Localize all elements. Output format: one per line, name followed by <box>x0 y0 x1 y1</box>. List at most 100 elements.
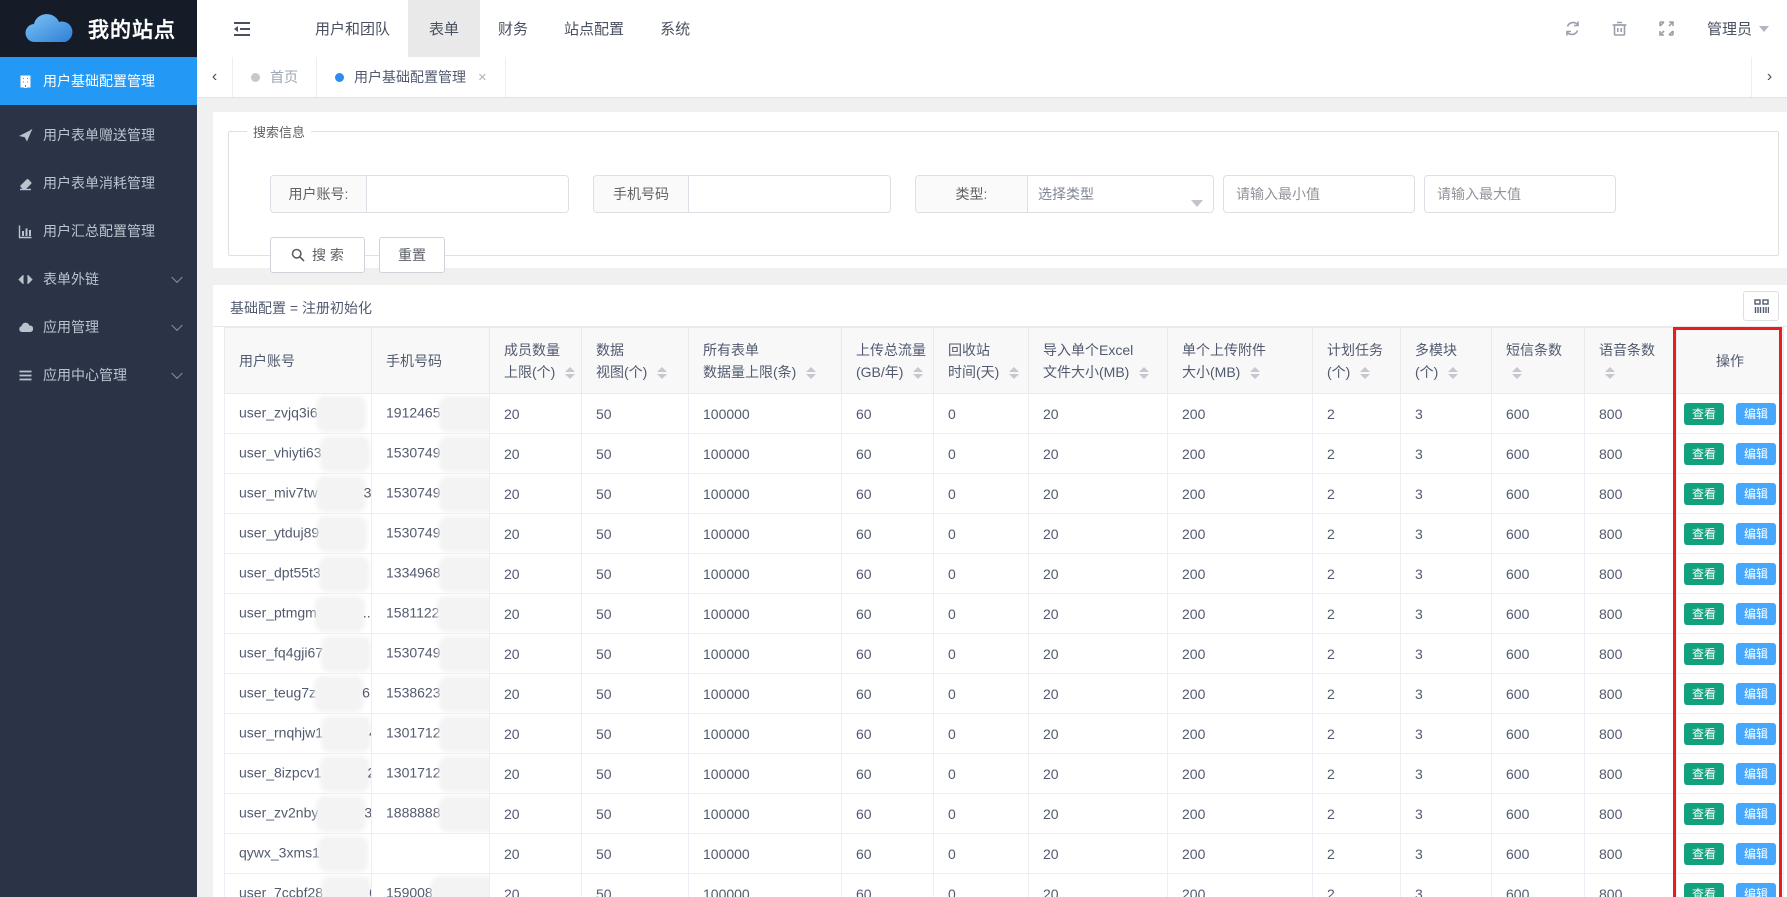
sort-caret-icon[interactable] <box>806 367 816 379</box>
sidebar-item-3[interactable]: 用户表单消耗管理 <box>0 159 197 207</box>
account-input[interactable] <box>367 176 568 212</box>
config-table-panel: 基础配置 = 注册初始化 用户账号手机号码成员数量上限(个) 数据视图(个) 所… <box>213 285 1787 897</box>
sort-caret-icon[interactable] <box>1139 367 1149 379</box>
sort-caret-icon[interactable] <box>1605 367 1615 379</box>
refresh-icon[interactable] <box>1564 20 1581 37</box>
reset-button[interactable]: 重置 <box>379 237 445 273</box>
sidebar-item-6[interactable]: 应用管理 <box>0 303 197 351</box>
value-cell: 600 <box>1492 434 1585 474</box>
redaction-blur <box>443 440 490 468</box>
close-icon[interactable]: × <box>478 69 487 86</box>
column-header[interactable]: 导入单个Excel文件大小(MB) <box>1029 328 1168 394</box>
view-button[interactable]: 查看 <box>1684 883 1724 897</box>
value-cell: 200 <box>1168 674 1313 714</box>
phone-cell: 1530749 <box>372 474 490 514</box>
edit-button[interactable]: 编辑 <box>1736 483 1776 505</box>
actions-cell: 查看编辑 <box>1677 474 1784 514</box>
column-header[interactable]: 多模块(个) <box>1401 328 1492 394</box>
edit-button[interactable]: 编辑 <box>1736 563 1776 585</box>
view-button[interactable]: 查看 <box>1684 603 1724 625</box>
column-header[interactable]: 短信条数 <box>1492 328 1585 394</box>
column-header[interactable]: 语音条数 <box>1585 328 1677 394</box>
sidebar-item-4[interactable]: 用户汇总配置管理 <box>0 207 197 255</box>
view-button[interactable]: 查看 <box>1684 763 1724 785</box>
sidebar-item-7[interactable]: 应用中心管理 <box>0 351 197 399</box>
edit-button[interactable]: 编辑 <box>1736 403 1776 425</box>
sort-caret-icon[interactable] <box>565 367 575 379</box>
phone-input[interactable] <box>689 176 890 212</box>
type-select[interactable]: 选择类型 <box>1028 176 1213 212</box>
edit-button[interactable]: 编辑 <box>1736 843 1776 865</box>
tabs-scroll-right-icon[interactable]: › <box>1751 57 1787 97</box>
phone-cell: 15307495 <box>372 514 490 554</box>
topnav-item[interactable]: 表单 <box>408 0 480 57</box>
table-row: user_8izpcv12130171232050100000600202002… <box>225 754 1784 794</box>
value-cell: 2 <box>1313 834 1401 874</box>
value-cell: 20 <box>490 514 582 554</box>
sort-caret-icon[interactable] <box>1360 367 1370 379</box>
value-cell: 20 <box>1029 434 1168 474</box>
value-cell: 200 <box>1168 474 1313 514</box>
page-tab[interactable]: 首页 <box>233 57 317 97</box>
value-cell: 2 <box>1313 714 1401 754</box>
value-cell: 100000 <box>689 554 842 594</box>
sidebar-item-5[interactable]: 表单外链 <box>0 255 197 303</box>
view-button[interactable]: 查看 <box>1684 643 1724 665</box>
sort-caret-icon[interactable] <box>1448 367 1458 379</box>
sidebar-item-1[interactable]: 用户基础配置管理 <box>0 57 197 105</box>
tabs-scroll-left-icon[interactable]: ‹ <box>197 57 233 97</box>
view-button[interactable]: 查看 <box>1684 403 1724 425</box>
phone-cell: 1590086 <box>372 874 490 897</box>
topnav-item[interactable]: 财务 <box>480 0 546 57</box>
view-button[interactable]: 查看 <box>1684 803 1724 825</box>
sort-caret-icon[interactable] <box>913 367 923 379</box>
column-settings-button[interactable] <box>1743 291 1779 321</box>
max-value-input[interactable] <box>1424 175 1616 213</box>
edit-button[interactable]: 编辑 <box>1736 723 1776 745</box>
account-cell: user_ptmgm.. <box>225 594 372 634</box>
view-button[interactable]: 查看 <box>1684 683 1724 705</box>
edit-button[interactable]: 编辑 <box>1736 603 1776 625</box>
sort-caret-icon[interactable] <box>1250 367 1260 379</box>
column-header[interactable]: 成员数量上限(个) <box>490 328 582 394</box>
redaction-blur <box>323 560 365 588</box>
sidebar-item-2[interactable]: 用户表单赠送管理 <box>0 111 197 159</box>
sort-caret-icon[interactable] <box>657 367 667 379</box>
edit-button[interactable]: 编辑 <box>1736 683 1776 705</box>
admin-menu[interactable]: 管理员 <box>1707 18 1769 39</box>
sort-caret-icon[interactable] <box>1009 367 1019 379</box>
value-cell: 800 <box>1585 634 1677 674</box>
view-button[interactable]: 查看 <box>1684 443 1724 465</box>
edit-button[interactable]: 编辑 <box>1736 803 1776 825</box>
sort-caret-icon[interactable] <box>1512 367 1522 379</box>
view-button[interactable]: 查看 <box>1684 843 1724 865</box>
topnav-item[interactable]: 系统 <box>642 0 708 57</box>
topnav-item[interactable]: 站点配置 <box>546 0 642 57</box>
topnav-item[interactable]: 用户和团队 <box>297 0 408 57</box>
view-button[interactable]: 查看 <box>1684 523 1724 545</box>
value-cell: 2 <box>1313 874 1401 897</box>
table-title: 基础配置 = 注册初始化 <box>230 298 372 318</box>
column-header[interactable]: 回收站时间(天) <box>934 328 1029 394</box>
column-header[interactable]: 单个上传附件大小(MB) <box>1168 328 1313 394</box>
sidebar-item-label: 用户基础配置管理 <box>43 71 155 91</box>
view-button[interactable]: 查看 <box>1684 723 1724 745</box>
edit-button[interactable]: 编辑 <box>1736 763 1776 785</box>
view-button[interactable]: 查看 <box>1684 563 1724 585</box>
min-value-input[interactable] <box>1223 175 1415 213</box>
page-tab[interactable]: 用户基础配置管理× <box>317 57 506 97</box>
value-cell: 20 <box>490 874 582 897</box>
column-header[interactable]: 数据视图(个) <box>582 328 689 394</box>
trash-icon[interactable] <box>1611 20 1628 37</box>
edit-button[interactable]: 编辑 <box>1736 643 1776 665</box>
search-button[interactable]: 搜 索 <box>270 237 365 273</box>
view-button[interactable]: 查看 <box>1684 483 1724 505</box>
edit-button[interactable]: 编辑 <box>1736 443 1776 465</box>
column-header[interactable]: 上传总流量(GB/年) <box>842 328 934 394</box>
column-header[interactable]: 所有表单数据量上限(条) <box>689 328 842 394</box>
column-header[interactable]: 计划任务(个) <box>1313 328 1401 394</box>
collapse-menu-icon[interactable] <box>227 0 257 57</box>
edit-button[interactable]: 编辑 <box>1736 523 1776 545</box>
edit-button[interactable]: 编辑 <box>1736 883 1776 897</box>
fullscreen-icon[interactable] <box>1658 20 1675 37</box>
